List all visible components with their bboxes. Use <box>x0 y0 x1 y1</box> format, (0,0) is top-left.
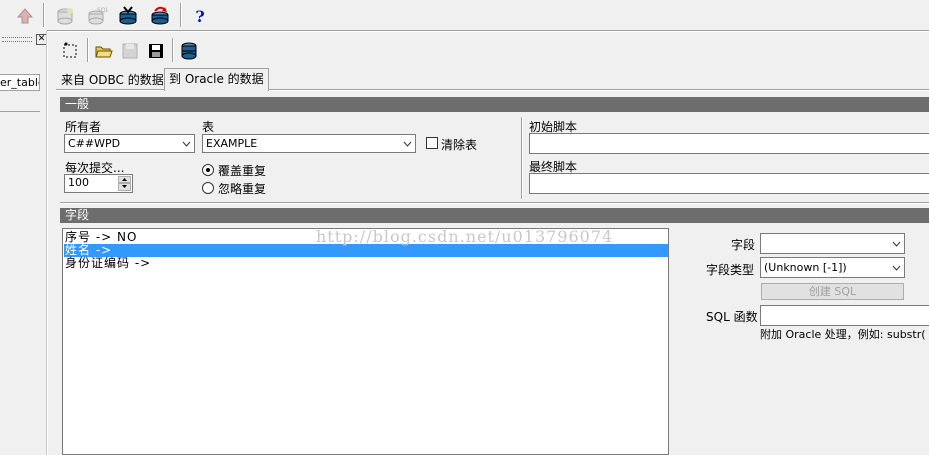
field-type-combobox[interactable]: (Unknown [-1]) <box>760 257 905 278</box>
save-disabled-icon[interactable] <box>118 39 142 63</box>
tree-item[interactable]: er_table <box>0 74 40 91</box>
tree-divider <box>0 111 40 112</box>
database-sql-icon[interactable]: SQL <box>85 4 109 28</box>
general-bottom-border <box>60 202 929 204</box>
tab-to-oracle[interactable]: 到 Oracle 的数据 <box>164 68 269 91</box>
overwrite-label[interactable]: 覆盖重复 <box>218 162 266 179</box>
chevron-down-icon[interactable] <box>180 135 192 152</box>
field-label: 字段 <box>731 238 756 252</box>
overwrite-radio[interactable] <box>202 164 214 176</box>
open-folder-icon[interactable] <box>92 39 116 63</box>
chevron-down-icon[interactable] <box>890 234 902 253</box>
init-script-input[interactable] <box>529 133 929 154</box>
section-fields-title: 字段 <box>65 208 90 222</box>
database-refresh-icon[interactable] <box>148 4 172 28</box>
help-icon[interactable]: ? <box>188 4 212 28</box>
table-combobox[interactable]: EXAMPLE <box>202 134 416 153</box>
clear-table-checkbox[interactable] <box>426 137 438 149</box>
section-fields-header: 字段 <box>60 208 929 223</box>
clear-table-label[interactable]: 清除表 <box>441 136 477 153</box>
table-label: 表 <box>202 120 215 134</box>
section-general-header: 一般 <box>60 97 929 112</box>
field-mapping-list[interactable]: 序号 -> NO 姓名 -> 身份证编码 -> <box>62 228 669 455</box>
toolbar-separator <box>43 3 45 27</box>
toolbar-separator <box>172 38 174 62</box>
table-value: EXAMPLE <box>206 137 258 150</box>
create-sql-label: 创建 SQL <box>808 285 857 298</box>
chevron-down-icon[interactable] <box>890 258 902 277</box>
toolbar-bottom-border <box>0 30 929 32</box>
chevron-down-icon[interactable] <box>401 135 413 152</box>
create-sql-button[interactable]: 创建 SQL <box>761 283 904 300</box>
svg-text:SQL: SQL <box>97 7 108 14</box>
sql-func-hint: 附加 Oracle 处理，例如: substr( <box>760 328 926 341</box>
list-item-selected[interactable]: 姓名 -> <box>64 244 668 257</box>
ignore-radio[interactable] <box>202 182 214 194</box>
field-type-value: (Unknown [-1]) <box>764 261 847 274</box>
sql-func-label: SQL 函数 <box>706 310 758 324</box>
general-divider <box>521 117 523 199</box>
tab-from-odbc[interactable]: 来自 ODBC 的数据 <box>57 70 169 90</box>
pane-splitter[interactable] <box>46 31 48 455</box>
spinner-up-icon[interactable] <box>118 176 131 183</box>
left-tree-pane: ✕ er_table <box>0 30 47 455</box>
tab-label: 来自 ODBC 的数据 <box>61 73 164 87</box>
save-icon[interactable] <box>144 39 168 63</box>
toolbar-separator <box>87 38 89 62</box>
tree-item-label: er_table <box>0 76 39 89</box>
ignore-label[interactable]: 忽略重复 <box>218 180 266 197</box>
sql-func-input[interactable] <box>760 305 929 326</box>
field-type-label: 字段类型 <box>706 263 755 277</box>
database-connect-icon[interactable] <box>116 4 140 28</box>
spinner-down-icon[interactable] <box>118 183 131 191</box>
commit-value: 100 <box>68 176 89 189</box>
database-cylinder-icon[interactable] <box>177 39 201 63</box>
database-plus-icon[interactable] <box>53 4 77 28</box>
owner-label: 所有者 <box>65 120 102 134</box>
owner-combobox[interactable]: C##WPD <box>64 134 195 153</box>
tab-label: 到 Oracle 的数据 <box>169 72 264 86</box>
new-selection-icon[interactable] <box>58 39 82 63</box>
up-arrow-icon[interactable] <box>13 4 37 28</box>
toolbar-separator <box>180 3 182 27</box>
list-item[interactable]: 身份证编码 -> <box>65 257 151 270</box>
owner-value: C##WPD <box>68 137 121 150</box>
section-general-title: 一般 <box>65 97 90 111</box>
commit-spinner[interactable]: 100 <box>64 174 133 193</box>
pane-grip[interactable] <box>2 37 32 42</box>
field-combobox[interactable] <box>760 233 905 254</box>
final-script-input[interactable] <box>529 173 929 194</box>
